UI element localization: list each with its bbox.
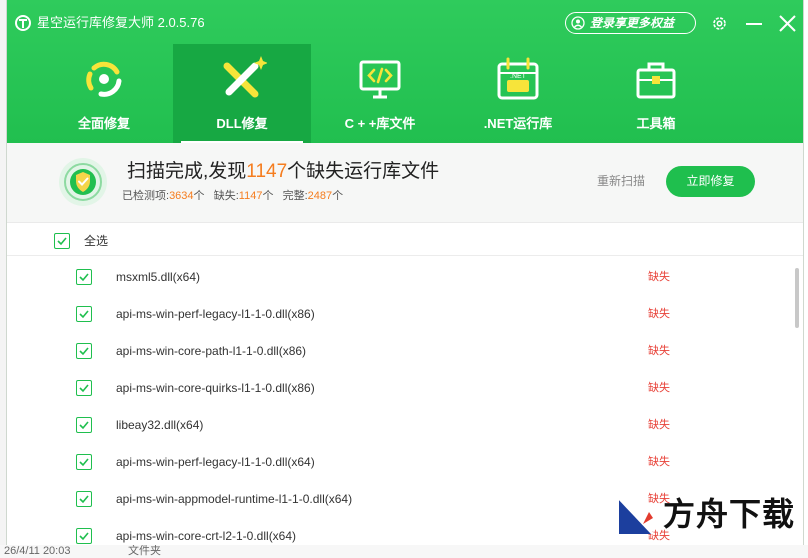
header: 星空运行库修复大师 2.0.5.76 登录享更多权益 全面修复 DLL修复 C … bbox=[7, 0, 803, 143]
file-checkbox[interactable] bbox=[76, 417, 92, 433]
watermark-text: 方舟下载 bbox=[663, 496, 796, 532]
tab-full-repair[interactable]: 全面修复 bbox=[35, 44, 173, 143]
missing-label: 缺失: bbox=[213, 190, 239, 202]
tab-label: .NET运行库 bbox=[483, 116, 553, 131]
list-item: libeay32.dll(x64) 缺失 bbox=[7, 406, 787, 443]
list-item: api-ms-win-perf-legacy-l1-1-0.dll(x64) 缺… bbox=[7, 443, 787, 480]
file-name: api-ms-win-core-quirks-l1-1-0.dll(x86) bbox=[116, 381, 315, 395]
file-checkbox[interactable] bbox=[76, 528, 92, 544]
login-button[interactable]: 登录享更多权益 bbox=[565, 12, 696, 34]
unit: 个 bbox=[262, 190, 274, 202]
unit: 个 bbox=[332, 190, 344, 202]
background-file-type: 文件夹 bbox=[128, 545, 161, 557]
select-all-row: 全选 bbox=[7, 224, 803, 256]
list-scrollbar[interactable] bbox=[795, 268, 799, 328]
check-icon bbox=[79, 532, 89, 541]
file-name: api-ms-win-core-path-l1-1-0.dll(x86) bbox=[116, 344, 307, 358]
file-status: 缺失 bbox=[648, 345, 670, 357]
list-item: api-ms-win-perf-legacy-l1-1-0.dll(x86) 缺… bbox=[7, 295, 787, 332]
list-item: msxml5.dll(x64) 缺失 bbox=[7, 258, 787, 295]
file-name: msxml5.dll(x64) bbox=[116, 270, 201, 284]
user-icon bbox=[571, 16, 585, 30]
minimize-button[interactable] bbox=[746, 23, 762, 25]
watermark: 方舟下载 bbox=[613, 492, 803, 540]
select-all-checkbox[interactable] bbox=[54, 233, 70, 249]
checked-count: 3634 bbox=[169, 190, 194, 202]
scan-result-title: 扫描完成,发现1147个缺失运行库文件 bbox=[127, 161, 439, 183]
file-name: libeay32.dll(x64) bbox=[116, 418, 204, 432]
checked-label: 已检测项: bbox=[122, 190, 170, 202]
shield-check-icon bbox=[59, 158, 107, 206]
file-name: api-ms-win-perf-legacy-l1-1-0.dll(x86) bbox=[116, 307, 315, 321]
file-status: 缺失 bbox=[648, 456, 670, 468]
select-all-label: 全选 bbox=[84, 234, 109, 248]
scan-missing-count: 1147 bbox=[246, 161, 288, 182]
background-timestamp: 26/4/11 20:03 bbox=[4, 545, 71, 557]
scan-status-panel: 扫描完成,发现1147个缺失运行库文件 已检测项:3634个 缺失:1147个 … bbox=[7, 143, 803, 223]
gear-icon[interactable] bbox=[711, 15, 728, 32]
file-status: 缺失 bbox=[648, 382, 670, 394]
app-window: 星空运行库修复大师 2.0.5.76 登录享更多权益 全面修复 DLL修复 C … bbox=[6, 0, 804, 545]
login-label: 登录享更多权益 bbox=[590, 16, 675, 30]
repair-now-button[interactable]: 立即修复 bbox=[666, 166, 755, 197]
file-name: api-ms-win-perf-legacy-l1-1-0.dll(x64) bbox=[116, 455, 315, 469]
watermark-logo-icon bbox=[617, 496, 655, 536]
title-bar[interactable]: 星空运行库修复大师 2.0.5.76 登录享更多权益 bbox=[7, 0, 803, 44]
check-icon bbox=[57, 237, 67, 246]
complete-label: 完整: bbox=[282, 190, 308, 202]
check-icon bbox=[79, 495, 89, 504]
file-name: api-ms-win-appmodel-runtime-l1-1-0.dll(x… bbox=[116, 492, 353, 506]
file-checkbox[interactable] bbox=[76, 343, 92, 359]
file-checkbox[interactable] bbox=[76, 491, 92, 507]
scan-title-suffix: 个缺失运行库文件 bbox=[287, 161, 440, 182]
scan-summary: 已检测项:3634个 缺失:1147个 完整:2487个 bbox=[122, 189, 343, 203]
code-monitor-icon bbox=[359, 60, 401, 99]
background-window-footer: 26/4/11 20:03 文件夹 bbox=[0, 545, 808, 558]
check-icon bbox=[79, 273, 89, 282]
file-status: 缺失 bbox=[648, 419, 670, 431]
rescan-button[interactable]: 重新扫描 bbox=[597, 174, 645, 188]
svg-text:.NET: .NET bbox=[510, 73, 527, 80]
file-status: 缺失 bbox=[648, 308, 670, 320]
check-icon bbox=[79, 458, 89, 467]
tab-label: DLL修复 bbox=[216, 116, 268, 131]
complete-count: 2487 bbox=[307, 190, 333, 202]
tab-dll-repair[interactable]: DLL修复 bbox=[173, 44, 311, 143]
tab-label: 工具箱 bbox=[636, 116, 676, 131]
tab-toolbox[interactable]: 工具箱 bbox=[587, 44, 725, 143]
tab-label: C + +库文件 bbox=[344, 116, 416, 131]
tab-label: 全面修复 bbox=[77, 116, 130, 131]
tools-icon bbox=[223, 56, 267, 98]
tab-cpp-library[interactable]: C + +库文件 bbox=[311, 44, 449, 143]
app-title: 星空运行库修复大师 2.0.5.76 bbox=[37, 15, 205, 30]
cycle-icon bbox=[86, 61, 122, 97]
close-icon[interactable] bbox=[779, 15, 796, 32]
scan-title-prefix: 扫描完成,发现 bbox=[127, 161, 247, 182]
check-icon bbox=[79, 347, 89, 356]
check-icon bbox=[79, 421, 89, 430]
tab-dotnet-runtime[interactable]: .NET .NET运行库 bbox=[449, 44, 587, 143]
check-icon bbox=[79, 310, 89, 319]
check-icon bbox=[79, 384, 89, 393]
file-checkbox[interactable] bbox=[76, 269, 92, 285]
missing-count: 1147 bbox=[238, 190, 263, 202]
unit: 个 bbox=[193, 190, 205, 202]
list-item: api-ms-win-core-path-l1-1-0.dll(x86) 缺失 bbox=[7, 332, 787, 369]
list-item: api-ms-win-core-quirks-l1-1-0.dll(x86) 缺… bbox=[7, 369, 787, 406]
dotnet-calendar-icon: .NET bbox=[497, 57, 539, 100]
file-checkbox[interactable] bbox=[76, 380, 92, 396]
file-name: api-ms-win-core-crt-l2-1-0.dll(x64) bbox=[116, 529, 297, 543]
app-logo-icon bbox=[15, 15, 31, 31]
file-checkbox[interactable] bbox=[76, 306, 92, 322]
file-checkbox[interactable] bbox=[76, 454, 92, 470]
toolbox-icon bbox=[636, 62, 676, 99]
file-status: 缺失 bbox=[648, 271, 670, 283]
